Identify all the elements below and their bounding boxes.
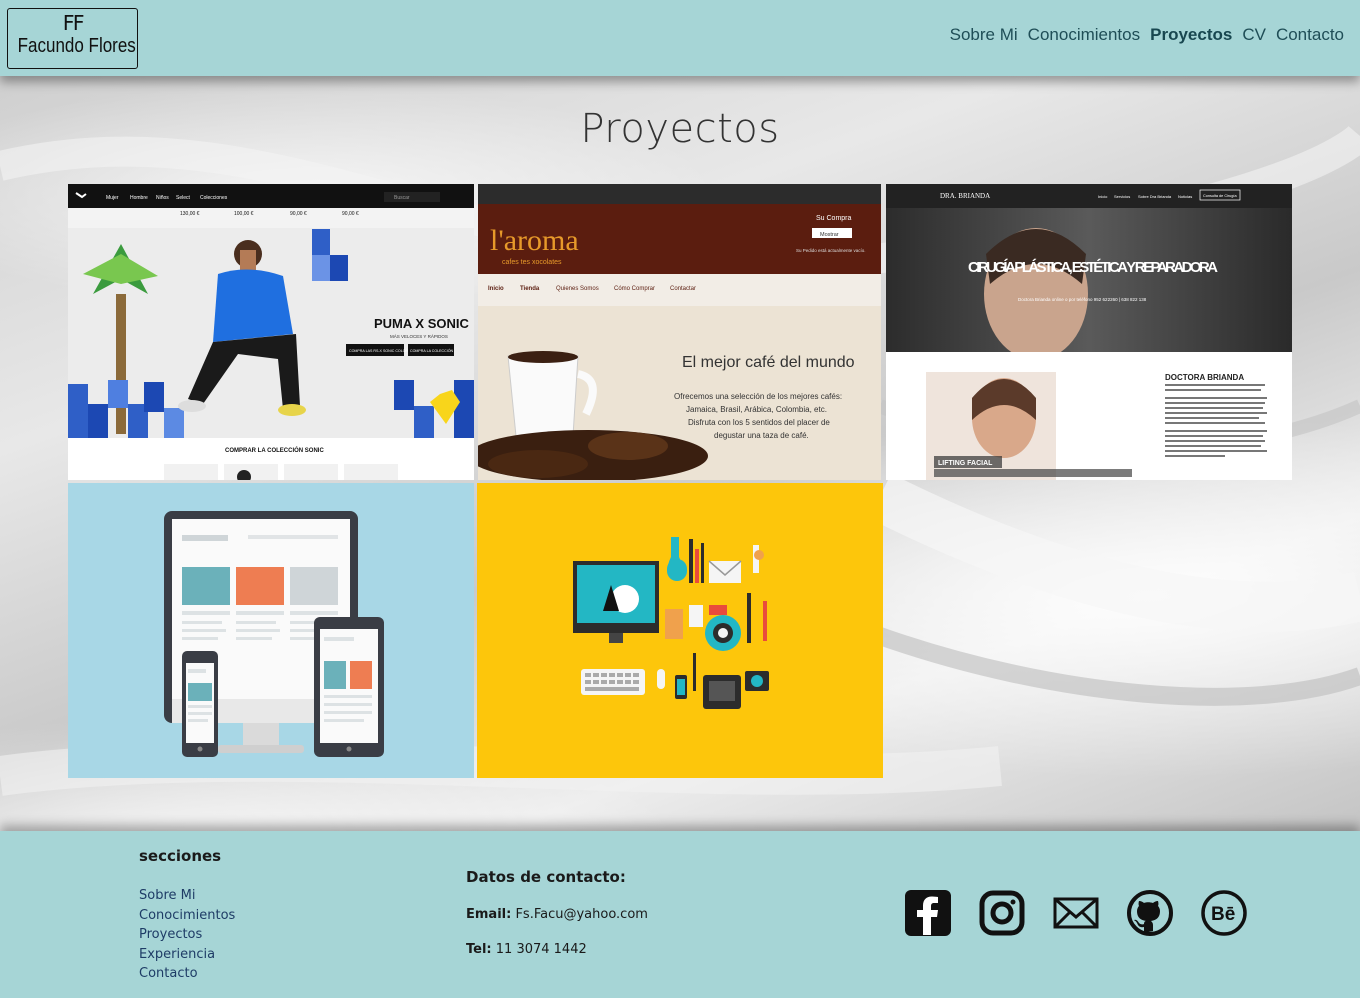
brianda-menu-item: Inicio bbox=[1098, 194, 1108, 199]
laroma-menu-item: Quienes Somos bbox=[556, 286, 599, 292]
logo-monogram: FF bbox=[62, 11, 84, 35]
laroma-body-line: Ofrecemos una selección de los mejores c… bbox=[674, 392, 842, 401]
puma-headline: PUMA X SONIC bbox=[374, 316, 469, 331]
puma-price: 130,00 € bbox=[180, 211, 200, 217]
laroma-brand: l'aroma bbox=[490, 224, 579, 257]
laroma-headline: El mejor café del mundo bbox=[682, 354, 855, 371]
github-icon[interactable] bbox=[1126, 889, 1174, 937]
project-card-design[interactable] bbox=[477, 483, 883, 778]
project-card-laroma[interactable]: l'aroma cafes tes xocolates Su Compra Mo… bbox=[478, 184, 881, 480]
brianda-menu-item: Noticias bbox=[1178, 194, 1192, 199]
laroma-menu-item: Cómo Comprar bbox=[614, 286, 655, 292]
contact-title: Datos de contacto: bbox=[466, 868, 626, 886]
puma-nav-item: Colecciones bbox=[200, 195, 228, 201]
puma-subline: MÁS VELOCES Y RÁPIDOS bbox=[390, 333, 448, 339]
page-title: Proyectos bbox=[580, 106, 780, 152]
behance-icon[interactable]: Bē bbox=[1200, 889, 1248, 937]
project-card-brianda[interactable]: DRA. BRIANDA Inicio Servicios Sobre Dra … bbox=[886, 184, 1292, 480]
nav-proyectos[interactable]: Proyectos bbox=[1150, 25, 1232, 45]
puma-cta-1: COMPRA LAS RS-X SONIC COLOR bbox=[349, 349, 409, 353]
footer-link-contacto[interactable]: Contacto bbox=[139, 964, 235, 984]
site-header: FF Facundo Flores Sobre Mi Conocimientos… bbox=[0, 0, 1360, 76]
tel-label: Tel: bbox=[466, 942, 492, 957]
puma-cta-2: COMPRA LA COLECCIÓN bbox=[410, 348, 454, 353]
brianda-tag: LIFTING FACIAL bbox=[938, 460, 993, 467]
brianda-cta: Consulta de Cirugía bbox=[1203, 194, 1237, 198]
svg-text:Bē: Bē bbox=[1211, 904, 1235, 925]
puma-nav-item: Hombre bbox=[130, 195, 148, 201]
laroma-menu-item: Inicio bbox=[488, 286, 504, 292]
footer-link-experiencia[interactable]: Experiencia bbox=[139, 945, 235, 965]
laroma-brand-sub: cafes tes xocolates bbox=[502, 259, 562, 266]
brianda-menu-item: Sobre Dra Brianda bbox=[1138, 194, 1172, 199]
puma-search-placeholder: Buscar bbox=[394, 195, 410, 201]
laroma-body-line: degustar una taza de café. bbox=[714, 431, 809, 440]
site-logo[interactable]: FF Facundo Flores bbox=[7, 8, 138, 69]
laroma-body-line: Disfruta con los 5 sentidos del placer d… bbox=[688, 418, 830, 427]
laroma-menu-item: Tienda bbox=[520, 286, 540, 292]
brianda-subline: Doctora Brianda online o por teléfono 95… bbox=[1018, 297, 1147, 302]
contact-email: Email: Fs.Facu@yahoo.com bbox=[466, 907, 648, 922]
footer-link-proyectos[interactable]: Proyectos bbox=[139, 925, 235, 945]
laroma-body-line: Jamaica, Brasil, Arábica, Colombia, etc. bbox=[686, 405, 827, 414]
brianda-brand: DRA. BRIANDA bbox=[940, 192, 990, 200]
email-value[interactable]: Fs.Facu@yahoo.com bbox=[515, 907, 648, 922]
facebook-icon[interactable] bbox=[904, 889, 952, 937]
social-links: Bē bbox=[904, 889, 1248, 937]
brianda-section-title: DOCTORA BRIANDA bbox=[1165, 373, 1244, 382]
mail-icon[interactable] bbox=[1052, 889, 1100, 937]
puma-nav-item: Niños bbox=[156, 195, 169, 201]
laroma-cart-button: Mostrar bbox=[820, 232, 839, 238]
footer-sections-title: secciones bbox=[139, 847, 222, 865]
footer-link-conocimientos[interactable]: Conocimientos bbox=[139, 906, 235, 926]
brianda-headline: CIRUGÍA PLÁSTICA, ESTÉTICA Y REPARADORA bbox=[968, 259, 1218, 276]
puma-price: 90,00 € bbox=[290, 211, 307, 217]
puma-price: 100,00 € bbox=[234, 211, 254, 217]
contact-tel: Tel: 11 3074 1442 bbox=[466, 942, 587, 957]
instagram-icon[interactable] bbox=[978, 889, 1026, 937]
nav-cv[interactable]: CV bbox=[1242, 25, 1266, 45]
site-footer: secciones Sobre Mi Conocimientos Proyect… bbox=[0, 831, 1360, 998]
laroma-cart-text: Su Pedido está actualmente vacío. bbox=[796, 248, 866, 253]
main-nav: Sobre Mi Conocimientos Proyectos CV Cont… bbox=[950, 25, 1344, 45]
nav-sobre-mi[interactable]: Sobre Mi bbox=[950, 25, 1018, 45]
puma-nav-item: Mujer bbox=[106, 195, 119, 201]
email-label: Email: bbox=[466, 907, 512, 922]
puma-nav-item: Select bbox=[176, 195, 191, 201]
footer-link-sobre-mi[interactable]: Sobre Mi bbox=[139, 886, 235, 906]
laroma-menu-item: Contactar bbox=[670, 286, 696, 292]
footer-links: Sobre Mi Conocimientos Proyectos Experie… bbox=[139, 886, 235, 984]
project-card-responsive[interactable] bbox=[68, 483, 474, 778]
puma-footer-text: COMPRAR LA COLECCIÓN SONIC bbox=[225, 446, 324, 454]
brianda-menu-item: Servicios bbox=[1114, 194, 1130, 199]
nav-contacto[interactable]: Contacto bbox=[1276, 25, 1344, 45]
laroma-cart-title: Su Compra bbox=[816, 215, 852, 222]
project-card-puma[interactable]: Mujer Hombre Niños Select Colecciones Bu… bbox=[68, 184, 474, 480]
puma-price: 90,00 € bbox=[342, 211, 359, 217]
logo-name: Facundo Flores bbox=[17, 35, 136, 57]
tel-value: 11 3074 1442 bbox=[495, 942, 587, 957]
nav-conocimientos[interactable]: Conocimientos bbox=[1028, 25, 1140, 45]
